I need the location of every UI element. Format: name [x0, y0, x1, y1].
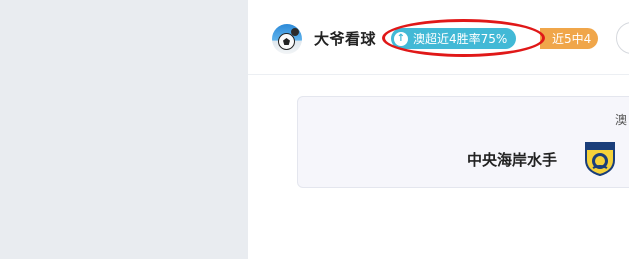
home-team-name: 中央海岸水手: [467, 151, 558, 169]
recent-record-badge: 近5中4: [540, 28, 599, 49]
main-content: 大爷看球 近5中4 ↑ 澳超近4胜率75% 澳 中央海岸水手: [248, 0, 629, 259]
mariners-crest-icon: [585, 142, 615, 176]
win-rate-badge: ↑ 澳超近4胜率75%: [391, 28, 517, 49]
win-rate-label: 澳超近4胜率75%: [413, 32, 508, 46]
match-card[interactable]: 澳 中央海岸水手: [297, 96, 629, 188]
soccer-ball-icon: [278, 33, 295, 50]
league-label: 澳: [615, 113, 628, 127]
author-header: 大爷看球 近5中4 ↑ 澳超近4胜率75%: [248, 0, 629, 75]
avatar[interactable]: [272, 24, 302, 54]
author-name[interactable]: 大爷看球: [314, 28, 376, 49]
recent-record-label: 近5中4: [552, 32, 592, 46]
arrow-up-icon: ↑: [394, 31, 408, 46]
follow-button[interactable]: [616, 22, 629, 54]
left-panel: [0, 0, 248, 259]
